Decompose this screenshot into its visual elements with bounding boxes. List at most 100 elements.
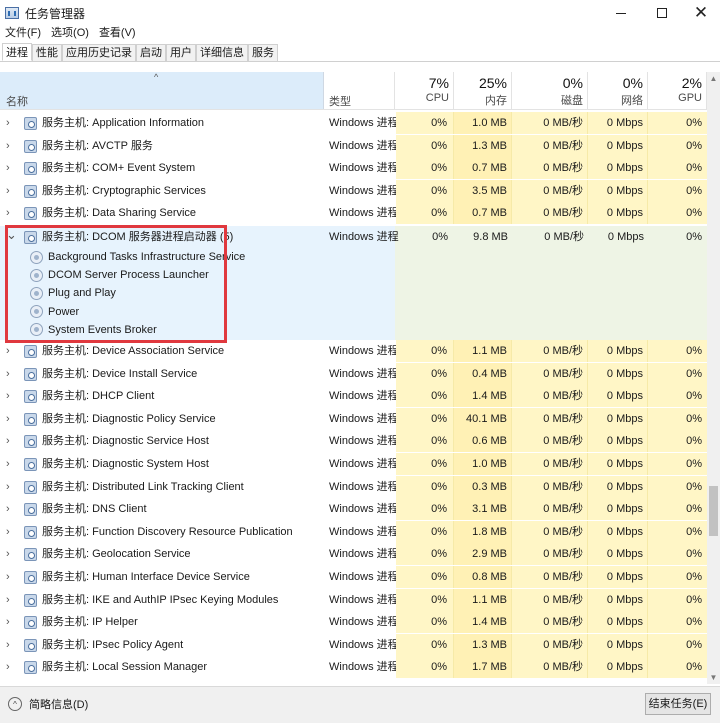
close-button[interactable]: ✕ [684, 0, 718, 26]
expand-chevron-icon[interactable]: › [6, 543, 16, 565]
cell-gpu: 0% [648, 202, 707, 225]
expand-chevron-icon[interactable]: › [6, 135, 16, 157]
expand-chevron-icon[interactable]: › [6, 521, 16, 543]
cell-cpu: 0% [396, 202, 454, 225]
cell-gpu: 0% [648, 656, 707, 679]
service-child-item[interactable]: DCOM Server Process Launcher [30, 266, 209, 284]
expand-chevron-icon[interactable]: › [6, 157, 16, 179]
cell-mem: 1.3 MB [454, 134, 512, 157]
cell-cpu: 0% [396, 475, 454, 498]
expand-chevron-icon[interactable]: › [6, 430, 16, 452]
expand-chevron-icon[interactable]: › [6, 611, 16, 633]
service-gear-icon [30, 286, 43, 300]
menu-bar: 文件(F) 选项(O) 查看(V) [0, 24, 141, 42]
process-group-row[interactable]: › 服务主机: Human Interface Device Service Win… [0, 566, 707, 588]
expand-chevron-icon[interactable]: › [6, 363, 16, 385]
scrollbar-thumb[interactable] [709, 486, 718, 536]
scroll-up-arrow-icon[interactable]: ▲ [707, 72, 720, 85]
column-memory-header[interactable]: 25% 内存 [454, 72, 512, 109]
process-group-row[interactable]: › 服务主机: IPsec Policy Agent Windows 进程 0% 1.3… [0, 633, 707, 656]
cell-disk: 0 MB/秒 [512, 385, 588, 408]
tab-users[interactable]: 用户 [166, 44, 196, 61]
tab-details[interactable]: 详细信息 [196, 44, 248, 61]
gear-icon [24, 525, 37, 539]
expand-chevron-icon[interactable]: › [6, 589, 16, 611]
tab-services[interactable]: 服务 [248, 44, 278, 61]
process-group-row[interactable]: › 服务主机: Diagnostic Policy Service Windows … [0, 407, 707, 430]
collapse-chevron-icon[interactable]: ⌄ [6, 226, 17, 248]
column-type-header[interactable]: 类型 [324, 72, 395, 109]
expand-chevron-icon[interactable]: › [6, 202, 16, 224]
cell-disk: 0 MB/秒 [512, 566, 588, 588]
cell-name: 服务主机: Diagnostic System Host [42, 458, 209, 470]
expand-chevron-icon[interactable]: › [6, 408, 16, 430]
cell-type: Windows 进程 [329, 367, 399, 380]
process-group-row[interactable]: › 服务主机: Function Discovery Resource Publi… [0, 520, 707, 543]
process-group-row[interactable]: › 服务主机: Diagnostic Service Host Windows 进程… [0, 430, 707, 453]
tab-app-history[interactable]: 应用历史记录 [62, 44, 136, 61]
cell-cpu: 0% [396, 430, 454, 453]
column-gpu-header[interactable]: 2% GPU [648, 72, 707, 109]
process-group-row[interactable]: › 服务主机: COM+ Event System Windows 进程 0% 0.7 … [0, 157, 707, 180]
process-group-row[interactable]: › 服务主机: Device Install Service Windows 进程 0… [0, 362, 707, 385]
process-group-row[interactable]: › 服务主机: Local Session Manager Windows 进程 0%… [0, 656, 707, 679]
process-group-row[interactable]: › 服务主机: DNS Client Windows 进程 0% 3.1 MB 0 MB/… [0, 498, 707, 521]
process-group-row[interactable]: › 服务主机: Data Sharing Service Windows 进程 0% 0… [0, 202, 707, 225]
expand-chevron-icon[interactable]: › [6, 112, 16, 134]
menu-view[interactable]: 查看(V) [94, 24, 141, 42]
cell-name: 服务主机: Human Interface Device Service [42, 571, 250, 583]
process-group-row[interactable]: › 服务主机: Diagnostic System Host Windows 进程 0… [0, 453, 707, 475]
vertical-scrollbar[interactable]: ▲ ▼ [707, 72, 720, 684]
process-group-row[interactable]: › 服务主机: Device Association Service Windows… [0, 340, 707, 362]
expand-chevron-icon[interactable]: › [6, 453, 16, 475]
maximize-button[interactable] [645, 0, 679, 26]
expand-chevron-icon[interactable]: › [6, 476, 16, 498]
service-child-item[interactable]: Power [30, 303, 79, 321]
expand-chevron-icon[interactable]: › [6, 498, 16, 520]
process-group-row[interactable]: › 服务主机: IP Helper Windows 进程 0% 1.4 MB 0 MB/秒… [0, 611, 707, 634]
process-group-row[interactable]: › 服务主机: AVCTP 服务 Windows 进程 0% 1.3 MB 0 MB/秒 0… [0, 134, 707, 157]
tab-processes[interactable]: 进程 [2, 43, 32, 61]
service-child-item[interactable]: Background Tasks Infrastructure Service [30, 248, 245, 266]
process-group-row[interactable]: › 服务主机: IKE and AuthIP IPsec Keying Modul… [0, 588, 707, 611]
menu-file[interactable]: 文件(F) [0, 24, 46, 42]
process-group-row[interactable]: › 服务主机: DHCP Client Windows 进程 0% 1.4 MB 0 MB… [0, 385, 707, 408]
cell-name: 服务主机: Data Sharing Service [42, 207, 197, 220]
cell-disk: 0 MB/秒 [512, 112, 588, 134]
process-group-row[interactable]: › 服务主机: Geolocation Service Windows 进程 0% 2.… [0, 543, 707, 566]
cell-mem: 1.1 MB [454, 340, 512, 362]
expand-chevron-icon[interactable]: › [6, 634, 16, 656]
expand-chevron-icon[interactable]: › [6, 566, 16, 588]
cell-net: 0 Mbps [588, 611, 648, 634]
column-disk-header[interactable]: 0% 磁盘 [512, 72, 588, 109]
service-child-item[interactable]: System Events Broker [30, 321, 157, 339]
service-host-gear-icon [24, 661, 37, 675]
service-child-label: DCOM Server Process Launcher [48, 269, 209, 282]
cell-mem: 9.8 MB [473, 231, 508, 243]
cell-cpu: 0% [396, 385, 454, 408]
expand-chevron-icon[interactable]: › [6, 180, 16, 202]
service-child-item[interactable]: Plug and Play [30, 284, 116, 302]
process-group-row[interactable]: › 服务主机: Application Information Windows 进程… [0, 112, 707, 134]
cell-disk: 0 MB/秒 [512, 430, 588, 453]
process-group-row[interactable]: › 服务主机: Cryptographic Services Windows 进程 0… [0, 179, 707, 202]
service-host-gear-icon [24, 207, 37, 221]
process-group-row[interactable]: › 服务主机: Distributed Link Tracking Client W… [0, 475, 707, 498]
column-network-header[interactable]: 0% 网络 [588, 72, 648, 109]
end-task-button[interactable]: 结束任务(E) [645, 693, 711, 715]
expand-chevron-icon[interactable]: › [6, 656, 16, 678]
gear-icon [24, 231, 37, 244]
column-cpu-header[interactable]: 7% CPU [395, 72, 454, 109]
tab-performance[interactable]: 性能 [32, 44, 62, 61]
minimize-button[interactable] [604, 0, 638, 26]
column-name-header[interactable]: ^ 名称 [0, 72, 324, 109]
fewer-details-button[interactable]: ^ 简略信息(D) [8, 696, 88, 712]
sort-ascending-icon: ^ [154, 72, 159, 82]
cell-gpu: 0% [648, 566, 707, 588]
scroll-down-arrow-icon[interactable]: ▼ [707, 671, 720, 684]
tab-startup[interactable]: 启动 [136, 44, 166, 61]
expand-chevron-icon[interactable]: › [6, 385, 16, 407]
menu-options[interactable]: 选项(O) [46, 24, 94, 42]
process-group-row-expanded[interactable]: ⌄ 服务主机: DCOM 服务器进程启动器 (5) Windows 进程 0% 9.8 … [0, 226, 707, 248]
expand-chevron-icon[interactable]: › [6, 340, 16, 362]
